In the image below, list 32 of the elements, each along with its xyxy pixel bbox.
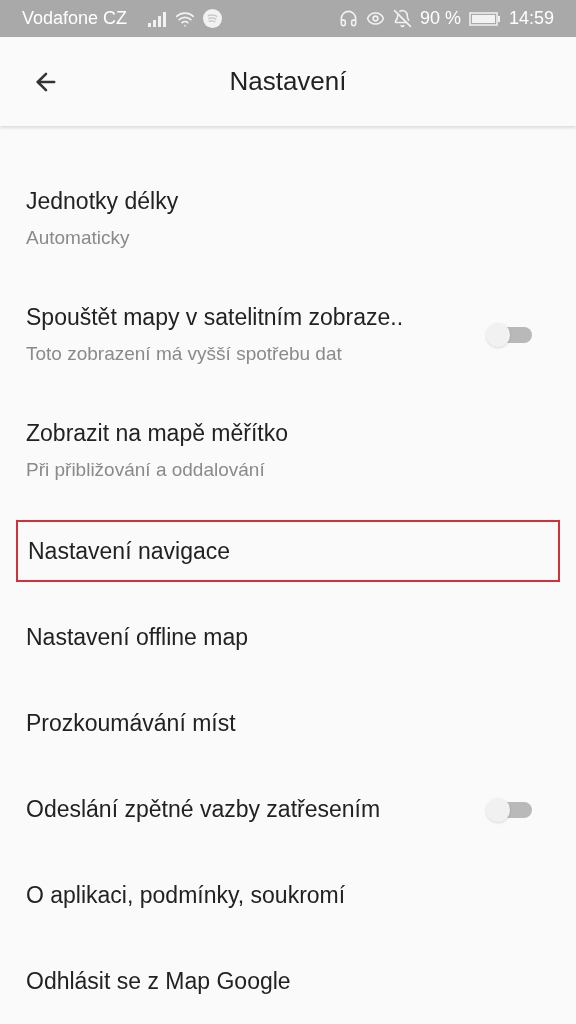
- setting-item[interactable]: O aplikaci, podmínky, soukromí: [0, 877, 576, 913]
- setting-title: O aplikaci, podmínky, soukromí: [26, 880, 347, 910]
- setting-subtitle: Toto zobrazení má vyšší spotřebu dat: [26, 342, 343, 366]
- carrier-name: Vodafone CZ: [22, 7, 128, 31]
- setting-item[interactable]: Jednotky délky Automaticky: [0, 183, 576, 253]
- setting-subtitle: Automaticky: [26, 226, 131, 250]
- setting-item[interactable]: Prozkoumávání míst: [0, 705, 576, 741]
- battery-percent: 90 %: [419, 7, 461, 31]
- setting-item[interactable]: Odeslání zpětné vazby zatřesením: [0, 791, 576, 827]
- setting-item[interactable]: Zobrazit na mapě měřítko Při přibližování a oddalování: [0, 415, 576, 485]
- battery-icon: [468, 10, 501, 27]
- screen-title: Nastavení: [229, 65, 347, 99]
- headphones-icon: [338, 9, 358, 29]
- bell-off-icon: [392, 9, 412, 29]
- signal-icon: [147, 10, 168, 27]
- setting-item[interactable]: Spouštět mapy v satelitním zobraze.. Toto zobrazení má vyšší spotřebu dat: [0, 299, 576, 369]
- music-app-icon: [203, 9, 223, 29]
- setting-subtitle: Při přibližování a oddalování: [26, 458, 266, 482]
- setting-title: Odhlásit se z Map Google: [26, 966, 292, 996]
- toggle-switch[interactable]: [486, 321, 532, 347]
- highlighted-setting-item[interactable]: Nastavení navigace: [16, 520, 560, 582]
- setting-title: Prozkoumávání míst: [26, 708, 237, 738]
- setting-title: Zobrazit na mapě měřítko: [26, 418, 290, 448]
- toggle-switch[interactable]: [486, 796, 532, 822]
- setting-title: Spouštět mapy v satelitním zobraze..: [26, 302, 405, 332]
- setting-title: Jednotky délky: [26, 186, 180, 216]
- setting-item[interactable]: Odhlásit se z Map Google: [0, 963, 576, 999]
- setting-item[interactable]: Nastavení offline map: [0, 619, 576, 655]
- setting-title: Nastavení navigace: [28, 536, 231, 566]
- clock-time: 14:59: [508, 7, 554, 31]
- setting-title: Nastavení offline map: [26, 622, 250, 652]
- setting-title: Odeslání zpětné vazby zatřesením: [26, 794, 382, 824]
